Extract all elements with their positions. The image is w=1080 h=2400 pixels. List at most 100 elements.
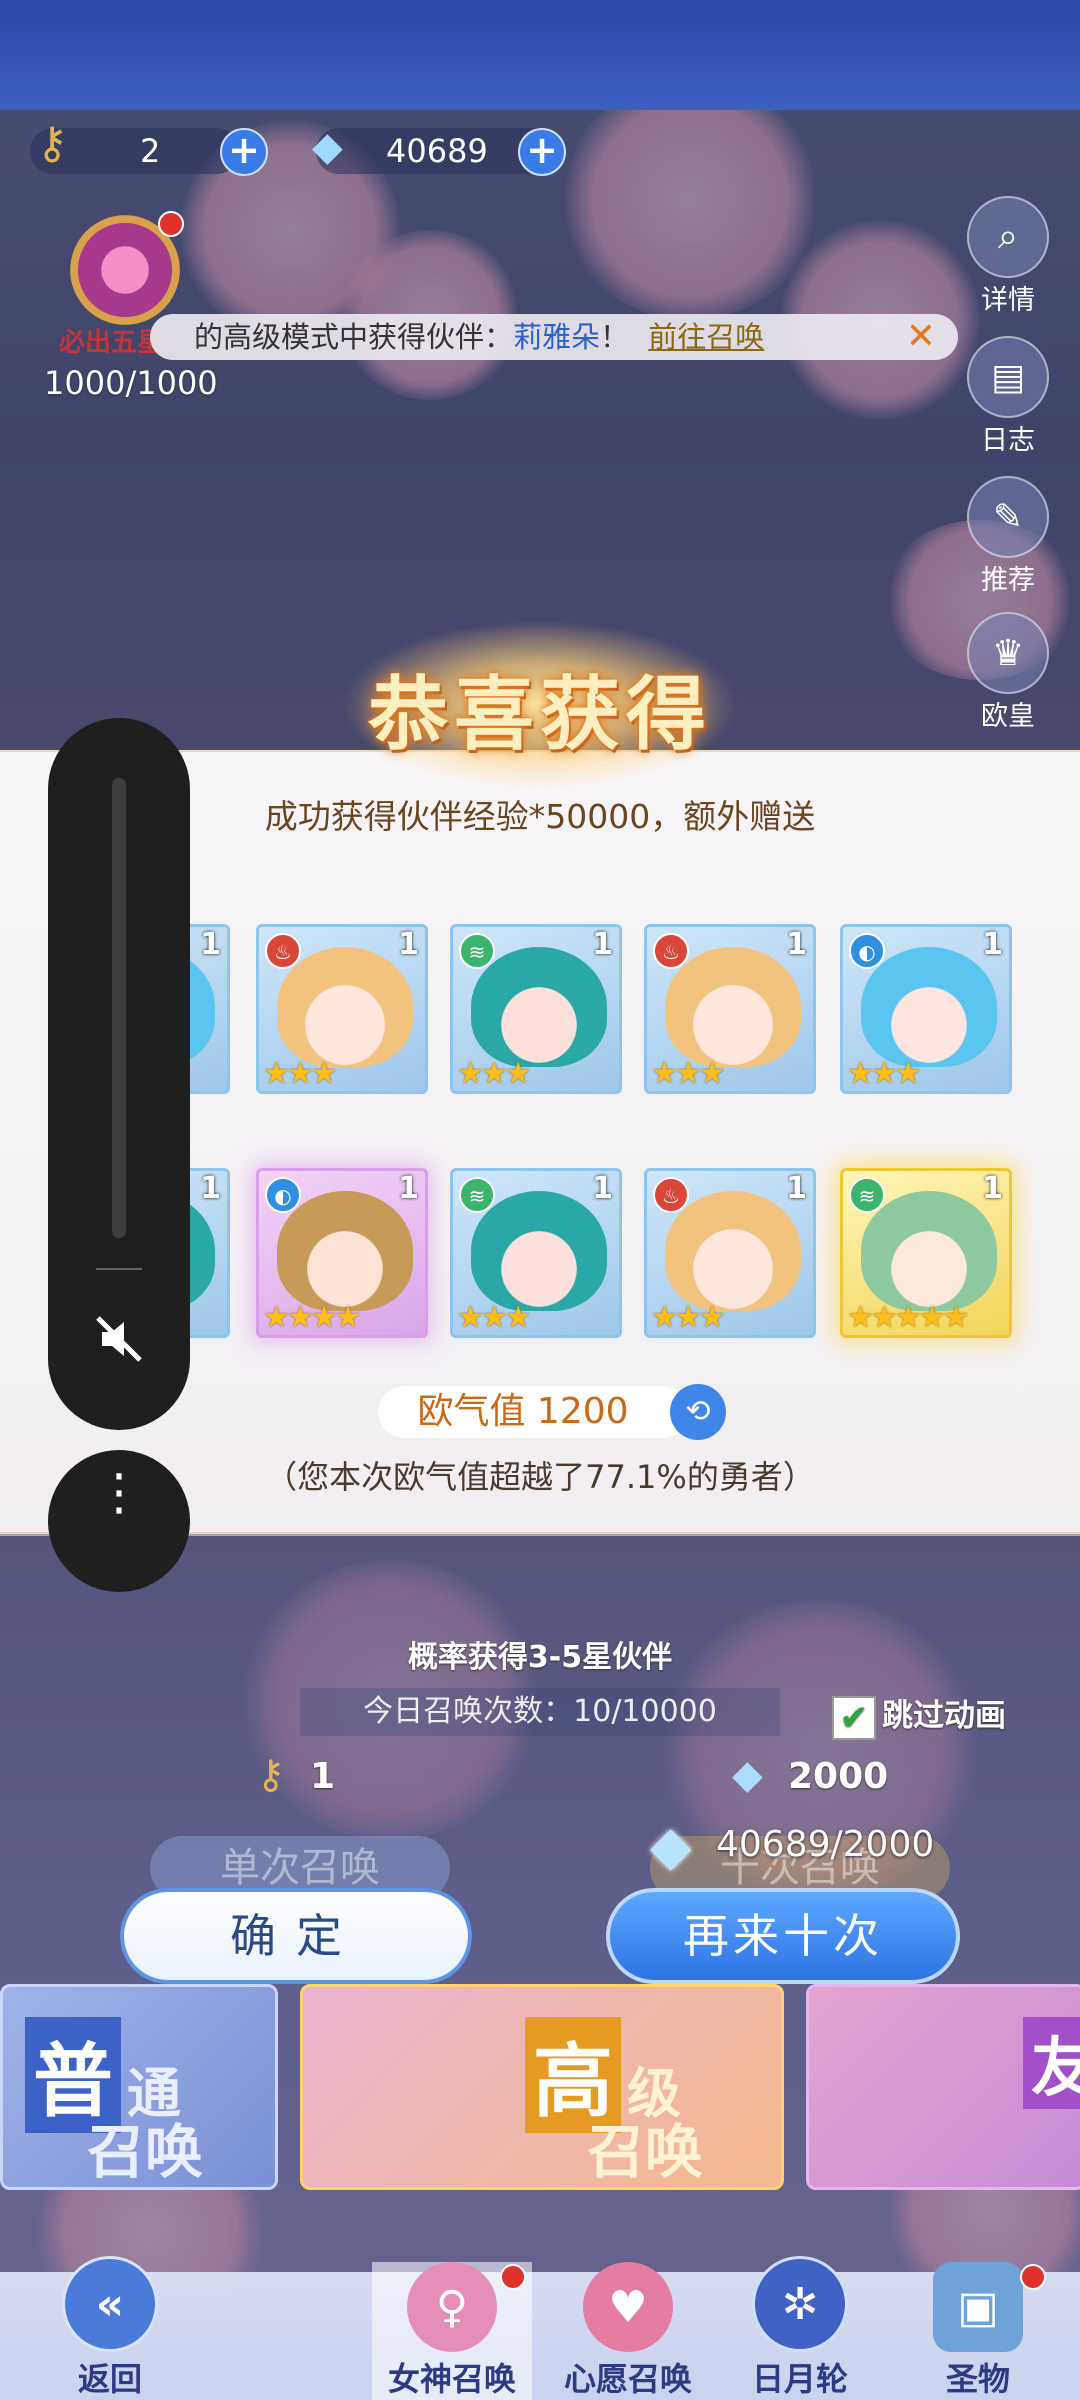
banner-label: 召唤 (87, 2118, 204, 2186)
magnifier-icon: ⌕ (967, 196, 1049, 278)
probability-text: 概率获得3-5星伙伴 (407, 1640, 673, 1675)
add-crystal-button[interactable]: + (518, 128, 566, 176)
water-element-icon: ◐ (265, 1177, 301, 1213)
star-rating: ★★★ (263, 1056, 338, 1091)
reward-card[interactable]: ≋ 1 ★★★ (450, 924, 622, 1094)
star-rating: ★★★★ (263, 1300, 362, 1335)
more-vertical-icon: ⋮ (94, 1463, 144, 1521)
skip-animation-toggle[interactable]: ✔ 跳过动画 (832, 1690, 1006, 1740)
luck-value: 1200 (536, 1391, 629, 1432)
normal-summon-banner[interactable]: 普 通 召唤 (0, 1984, 278, 2190)
partner-portrait (665, 1191, 801, 1311)
more-options-button[interactable]: ⋮ (48, 1450, 190, 1592)
star-rating: ★★★ (457, 1300, 532, 1335)
star-rating: ★★★★★ (847, 1300, 969, 1335)
star-rating: ★★★ (651, 1056, 726, 1091)
recommend-button[interactable]: ✎ 推荐 (960, 476, 1056, 597)
log-label: 日志 (981, 425, 1035, 456)
reward-count: 1 (982, 927, 1003, 962)
skip-label: 跳过动画 (882, 1698, 1006, 1734)
banner-char: 友 (1023, 2017, 1080, 2109)
volume-divider (96, 1268, 142, 1270)
reward-count: 1 (200, 927, 221, 962)
checkmark-icon[interactable]: ✔ (832, 1695, 876, 1740)
reward-card[interactable]: ◐ 1 ★★★★ (256, 1168, 428, 1338)
close-notice-icon[interactable]: ✕ (906, 314, 936, 360)
add-key-button[interactable]: + (220, 128, 268, 176)
single-cost: 1 (310, 1756, 336, 1797)
star-rating: ★★★ (457, 1056, 532, 1091)
reward-count: 1 (398, 1171, 419, 1206)
guarantee-progress: 1000/1000 (44, 364, 218, 402)
advanced-summon-banner[interactable]: 高 级 召唤 (300, 1984, 784, 2190)
luck-label: 欧气值 (417, 1391, 526, 1432)
wind-element-icon: ≋ (459, 933, 495, 969)
feather-icon: ✎ (967, 476, 1049, 558)
heart-icon: ♥ (583, 2262, 673, 2352)
nav-wheel-label: 日月轮 (751, 2360, 848, 2398)
notice-bar: 的高级模式中获得伙伴：莉雅朵！ 前往召唤 ✕ (150, 314, 958, 360)
confirm-button[interactable]: 确定 (120, 1888, 472, 1984)
reward-card[interactable]: ♨ 1 ★★★ (644, 924, 816, 1094)
reward-count: 1 (982, 1171, 1003, 1206)
top-bar (0, 0, 1080, 110)
reward-card[interactable]: ◐ 1 ★★★ (840, 924, 1012, 1094)
reward-card[interactable]: ♨ 1 ★★★ (256, 924, 428, 1094)
star-rating: ★★★ (651, 1300, 726, 1335)
crystal-icon: ◆ (732, 1752, 763, 1798)
water-element-icon: ◐ (849, 933, 885, 969)
partner-portrait (861, 947, 997, 1067)
reward-count: 1 (592, 927, 613, 962)
nav-back[interactable]: « 返回 (30, 2256, 190, 2400)
reward-card[interactable]: ≋ 1 ★★★ (450, 1168, 622, 1338)
wheel-icon: ✲ (752, 2256, 848, 2352)
nav-goddess-summon[interactable]: ♀ 女神召唤 (372, 2262, 532, 2400)
guarantee-badge (158, 211, 184, 237)
reward-count: 1 (592, 1171, 613, 1206)
details-button[interactable]: ⌕ 详情 (960, 196, 1056, 317)
fire-element-icon: ♨ (265, 933, 301, 969)
go-summon-link[interactable]: 前往召唤 (648, 320, 764, 354)
summon-again-button[interactable]: 再来十次 (606, 1888, 960, 1984)
crystal-icon: ◆ (312, 124, 343, 170)
reward-count: 1 (200, 1171, 221, 1206)
nav-back-label: 返回 (77, 2360, 142, 2398)
reward-count: 1 (786, 927, 807, 962)
nav-wish-summon[interactable]: ♥ 心愿召唤 (548, 2262, 708, 2400)
partner-portrait (861, 1191, 997, 1311)
banner-label: 召唤 (587, 2118, 704, 2186)
crystal-status: 40689/2000 (716, 1824, 935, 1865)
partner-portrait (471, 947, 607, 1067)
mute-icon[interactable] (88, 1308, 150, 1370)
fire-element-icon: ♨ (653, 1177, 689, 1213)
share-icon[interactable]: ⟲ (670, 1384, 726, 1440)
fire-element-icon: ♨ (653, 933, 689, 969)
ten-cost: 2000 (788, 1756, 889, 1797)
volume-panel (48, 718, 190, 1430)
recommend-label: 推荐 (981, 565, 1035, 596)
reward-card[interactable]: ≋ 1 ★★★★★ (840, 1168, 1012, 1338)
crystal-icon: ◆ (650, 1814, 692, 1877)
wind-element-icon: ≋ (459, 1177, 495, 1213)
nav-relic-label: 圣物 (945, 2360, 1010, 2398)
back-arrow-icon: « (62, 2256, 158, 2352)
log-button[interactable]: ▤ 日志 (960, 336, 1056, 457)
nav-sun-moon-wheel[interactable]: ✲ 日月轮 (720, 2256, 880, 2400)
wind-element-icon: ≋ (849, 1177, 885, 1213)
notification-dot (1020, 2264, 1046, 2290)
reward-count: 1 (786, 1171, 807, 1206)
book-icon: ▤ (967, 336, 1049, 418)
partner-portrait (665, 947, 801, 1067)
reward-card[interactable]: ♨ 1 ★★★ (644, 1168, 816, 1338)
friend-summon-banner[interactable]: 友 (806, 1984, 1080, 2190)
nav-relic[interactable]: ▣ 圣物 (898, 2262, 1058, 2400)
nav-goddess-label: 女神召唤 (387, 2360, 516, 2398)
partner-portrait (471, 1191, 607, 1311)
nav-wish-label: 心愿召唤 (563, 2360, 692, 2398)
partner-portrait (277, 1191, 413, 1311)
notification-dot (500, 2264, 526, 2290)
relic-icon: ▣ (933, 2262, 1023, 2352)
guarantee-heart-icon[interactable] (70, 211, 184, 325)
star-rating: ★★★ (847, 1056, 922, 1091)
volume-slider[interactable] (112, 778, 126, 1238)
